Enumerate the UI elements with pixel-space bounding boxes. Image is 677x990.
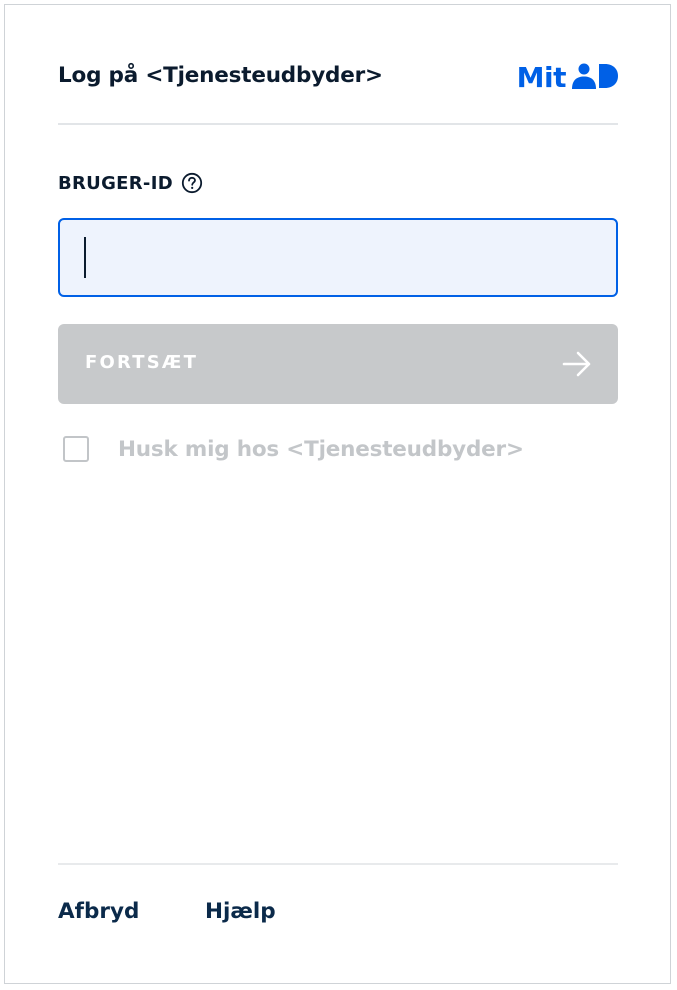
question-circle-icon[interactable]: [181, 172, 203, 194]
footer-divider: [58, 863, 618, 865]
cancel-link[interactable]: Afbryd: [58, 899, 139, 924]
header: Log på <Tjenesteudbyder> Mit: [58, 55, 618, 105]
mitid-logo: Mit: [517, 61, 618, 95]
remember-me[interactable]: Husk mig hos <Tjenesteudbyder>: [63, 436, 524, 462]
remember-me-label: Husk mig hos <Tjenesteudbyder>: [118, 436, 524, 462]
arrow-right-icon: [562, 350, 592, 378]
logo-text: Mit: [516, 61, 567, 94]
help-link[interactable]: Hjælp: [205, 899, 276, 924]
user-id-input-wrapper[interactable]: [58, 218, 618, 297]
page-title: Log på <Tjenesteudbyder>: [58, 63, 383, 88]
remember-me-checkbox[interactable]: [63, 436, 89, 462]
header-divider: [58, 123, 618, 125]
continue-button[interactable]: FORTSÆT: [58, 324, 618, 404]
text-caret: [84, 237, 86, 278]
user-id-input[interactable]: [60, 220, 616, 295]
login-panel: [4, 4, 671, 984]
user-id-label-text: BRUGER-ID: [58, 172, 173, 194]
person-id-icon: [572, 63, 618, 93]
user-id-label: BRUGER-ID: [58, 172, 203, 194]
continue-button-label: FORTSÆT: [85, 352, 199, 373]
